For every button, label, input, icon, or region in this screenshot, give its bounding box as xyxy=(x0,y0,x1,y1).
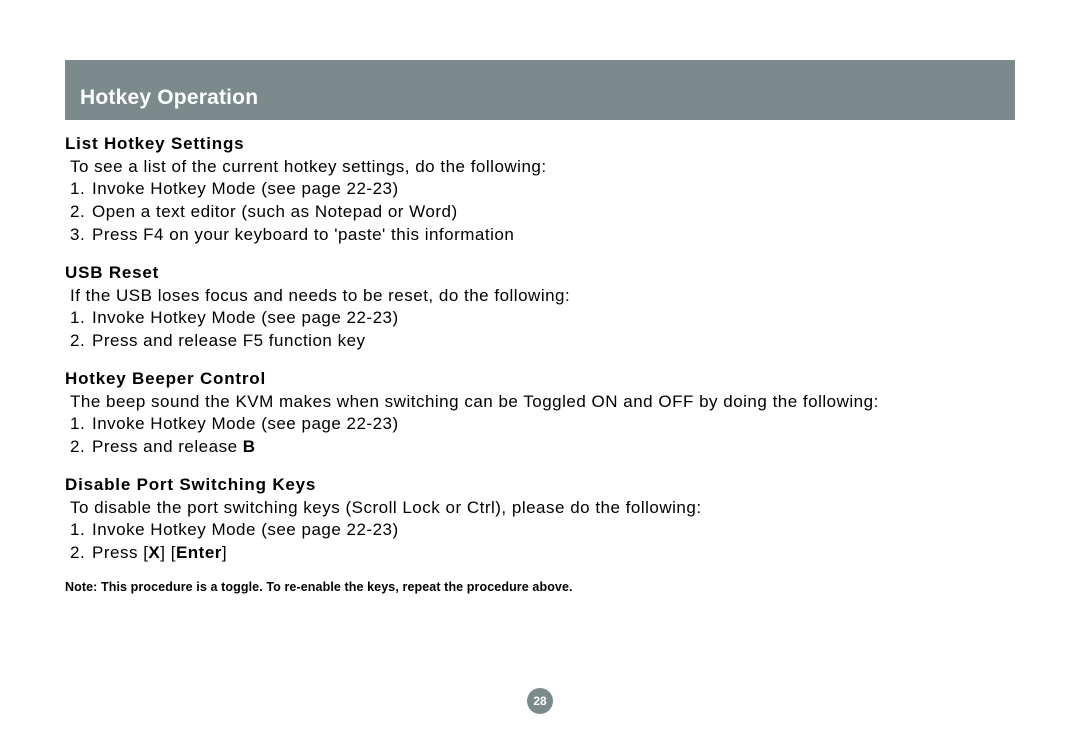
list-item: 3.Press F4 on your keyboard to 'paste' t… xyxy=(70,224,1015,247)
section-beeper: Hotkey Beeper Control The beep sound the… xyxy=(65,369,1015,459)
page-number: 28 xyxy=(533,694,546,708)
section-list-hotkey: List Hotkey Settings To see a list of th… xyxy=(65,134,1015,247)
bold-key-enter: Enter xyxy=(176,543,222,562)
steps-disable-port: 1.Invoke Hotkey Mode (see page 22-23) 2.… xyxy=(70,519,1015,565)
section-usb-reset: USB Reset If the USB loses focus and nee… xyxy=(65,263,1015,353)
content-disable-port: To disable the port switching keys (Scro… xyxy=(65,498,1015,565)
content-list-hotkey: To see a list of the current hotkey sett… xyxy=(65,157,1015,247)
section-header-bar: Hotkey Operation xyxy=(65,60,1015,120)
list-item: 1.Invoke Hotkey Mode (see page 22-23) xyxy=(70,307,1015,330)
content-usb-reset: If the USB loses focus and needs to be r… xyxy=(65,286,1015,353)
intro-disable-port: To disable the port switching keys (Scro… xyxy=(70,498,1015,518)
heading-beeper: Hotkey Beeper Control xyxy=(65,369,1015,389)
document-page: Hotkey Operation List Hotkey Settings To… xyxy=(0,0,1080,742)
bold-key-b: B xyxy=(243,437,256,456)
bold-key-x: X xyxy=(148,543,160,562)
heading-disable-port: Disable Port Switching Keys xyxy=(65,475,1015,495)
steps-usb-reset: 1.Invoke Hotkey Mode (see page 22-23) 2.… xyxy=(70,307,1015,353)
steps-beeper: 1.Invoke Hotkey Mode (see page 22-23) 2.… xyxy=(70,413,1015,459)
note-text: Note: This procedure is a toggle. To re-… xyxy=(65,580,1015,594)
page-number-badge: 28 xyxy=(527,688,553,714)
list-item: 1.Invoke Hotkey Mode (see page 22-23) xyxy=(70,178,1015,201)
list-item: 2.Press and release B xyxy=(70,436,1015,459)
intro-beeper: The beep sound the KVM makes when switch… xyxy=(70,392,1015,412)
intro-usb-reset: If the USB loses focus and needs to be r… xyxy=(70,286,1015,306)
steps-list-hotkey: 1.Invoke Hotkey Mode (see page 22-23) 2.… xyxy=(70,178,1015,247)
list-item: 2.Press and release F5 function key xyxy=(70,330,1015,353)
content-beeper: The beep sound the KVM makes when switch… xyxy=(65,392,1015,459)
section-disable-port: Disable Port Switching Keys To disable t… xyxy=(65,475,1015,565)
heading-list-hotkey: List Hotkey Settings xyxy=(65,134,1015,154)
header-title: Hotkey Operation xyxy=(80,86,258,109)
list-item: 2.Press [X] [Enter] xyxy=(70,542,1015,565)
list-item: 1.Invoke Hotkey Mode (see page 22-23) xyxy=(70,519,1015,542)
list-item: 1.Invoke Hotkey Mode (see page 22-23) xyxy=(70,413,1015,436)
list-item: 2.Open a text editor (such as Notepad or… xyxy=(70,201,1015,224)
heading-usb-reset: USB Reset xyxy=(65,263,1015,283)
intro-list-hotkey: To see a list of the current hotkey sett… xyxy=(70,157,1015,177)
